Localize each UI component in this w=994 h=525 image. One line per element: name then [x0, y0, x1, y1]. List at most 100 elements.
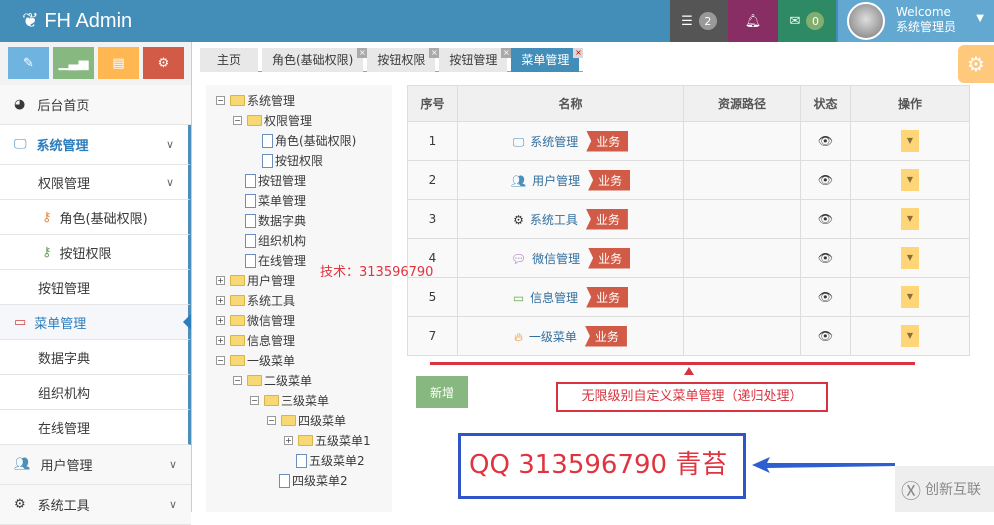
tab-btnmgr[interactable]: 按钮管理 ×	[439, 48, 512, 72]
tree-node[interactable]: − 四级菜单	[267, 412, 346, 429]
sidebar-item-role[interactable]: ⚷ 角色(基础权限)	[0, 200, 191, 235]
sidebar-item-system[interactable]: 🖵︎ 系统管理 ∨	[0, 125, 191, 165]
collapse-toggle[interactable]: −	[233, 376, 242, 385]
tree-node[interactable]: + 用户管理	[216, 272, 295, 289]
tree-node[interactable]: − 系统管理	[216, 92, 295, 109]
sidebar-item-online[interactable]: 在线管理	[0, 410, 191, 445]
sidebar-item-dict[interactable]: 数据字典	[0, 340, 191, 375]
row-name[interactable]: 微信管理	[532, 252, 580, 266]
tab-role[interactable]: 角色(基础权限) ×	[262, 48, 368, 72]
tree-node[interactable]: 组织机构	[245, 232, 306, 249]
collapse-toggle[interactable]: −	[216, 356, 225, 365]
actions-dropdown[interactable]: ▼	[901, 325, 919, 347]
tree-node[interactable]: 按钮权限	[262, 152, 323, 169]
expand-toggle[interactable]: +	[216, 296, 225, 305]
close-icon[interactable]: ×	[357, 48, 368, 58]
add-button[interactable]: 新增	[416, 376, 468, 408]
close-icon[interactable]: ×	[573, 48, 584, 58]
tree-label: 系统工具	[247, 294, 296, 308]
table-row: 5 ▭ 信息管理 业务 👁︎ ▼	[407, 277, 970, 317]
eye-icon[interactable]: 👁︎	[800, 316, 851, 356]
tree-node[interactable]: 在线管理	[245, 252, 306, 269]
collapse-toggle[interactable]: −	[250, 396, 259, 405]
sidebar-item-tools[interactable]: ⚙ 系统工具 ∨	[0, 485, 191, 525]
tree-node[interactable]: + 五级菜单1	[284, 432, 371, 449]
tree-node[interactable]: 菜单管理	[245, 192, 306, 209]
col-header: 操作	[850, 85, 970, 122]
brand[interactable]: ❦ FH Admin	[22, 8, 132, 33]
row-path	[683, 199, 801, 239]
tree-label: 四级菜单	[298, 414, 347, 428]
welcome-text: Welcome	[896, 5, 951, 19]
tree-node[interactable]: 四级菜单2	[279, 472, 348, 489]
tree-label: 四级菜单2	[292, 474, 348, 488]
collapse-toggle[interactable]: −	[216, 96, 225, 105]
collapse-toggle[interactable]: −	[267, 416, 276, 425]
chevron-down-icon: ∨	[165, 138, 174, 151]
close-icon[interactable]: ×	[501, 48, 512, 58]
tree-node[interactable]: 五级菜单2	[296, 452, 365, 469]
tree-node[interactable]: 角色(基础权限)	[262, 132, 356, 149]
user-menu[interactable]: Welcome 系统管理员 ▼	[838, 0, 994, 42]
folder-icon	[298, 435, 313, 446]
tasks-button[interactable]: ☰ 2	[670, 0, 728, 42]
eye-icon[interactable]: 👁︎	[800, 277, 851, 317]
tab-btnperm[interactable]: 按钮权限 ×	[367, 48, 440, 72]
shortcut-cogs[interactable]: ⚙	[143, 47, 184, 79]
envelope-icon: ✉	[789, 13, 801, 29]
row-name[interactable]: 信息管理	[530, 291, 578, 305]
tab-label: 按钮管理	[449, 53, 498, 67]
shortcut-pencil[interactable]: ✎	[8, 47, 49, 79]
annotation-note: 无限级别自定义菜单管理（递归处理）	[556, 382, 828, 412]
sidebar-item-menumgr[interactable]: ▭ 菜单管理	[0, 305, 191, 340]
row-name[interactable]: 一级菜单	[529, 330, 577, 344]
actions-dropdown[interactable]: ▼	[901, 130, 919, 152]
expand-toggle[interactable]: +	[284, 436, 293, 445]
tree-node[interactable]: + 微信管理	[216, 312, 295, 329]
eye-icon[interactable]: 👁︎	[800, 160, 851, 200]
tree-node[interactable]: − 二级菜单	[233, 372, 312, 389]
sidebar-item-home[interactable]: ◕ 后台首页	[0, 85, 191, 125]
row-name[interactable]: 系统工具	[530, 213, 578, 227]
tab-menumgr[interactable]: 菜单管理 ×	[511, 48, 584, 72]
eye-icon[interactable]: 👁︎	[800, 199, 851, 239]
expand-toggle[interactable]: +	[216, 336, 225, 345]
tree-node[interactable]: 数据字典	[245, 212, 306, 229]
messages-button[interactable]: ✉ 0	[778, 0, 836, 42]
expand-toggle[interactable]: +	[216, 276, 225, 285]
sidebar-item-org[interactable]: 组织机构	[0, 375, 191, 410]
expand-toggle[interactable]: +	[216, 316, 225, 325]
tree-node[interactable]: + 信息管理	[216, 332, 295, 349]
shortcut-book[interactable]: ▤	[98, 47, 139, 79]
file-icon	[296, 453, 307, 468]
sidebar-item-users[interactable]: 👥︎ 用户管理 ∨	[0, 445, 191, 485]
actions-dropdown[interactable]: ▼	[901, 286, 919, 308]
tree-node[interactable]: 按钮管理	[245, 172, 306, 189]
row-no: 7	[407, 316, 458, 356]
tree-label: 按钮权限	[275, 154, 324, 168]
eye-icon[interactable]: 👁︎	[800, 238, 851, 278]
row-name[interactable]: 系统管理	[530, 135, 578, 149]
actions-dropdown[interactable]: ▼	[901, 208, 919, 230]
actions-dropdown[interactable]: ▼	[901, 169, 919, 191]
sidebar-item-btnmgr[interactable]: 按钮管理	[0, 270, 191, 305]
tree-node[interactable]: − 三级菜单	[250, 392, 329, 409]
user-name: 系统管理员	[896, 20, 957, 34]
settings-gear-button[interactable]: ⚙	[958, 45, 994, 83]
row-name[interactable]: 用户管理	[532, 174, 580, 188]
folder-open-icon: ▭	[14, 314, 27, 330]
close-icon[interactable]: ×	[429, 48, 440, 58]
shortcut-signal[interactable]: ▁▃▅	[53, 47, 94, 79]
collapse-toggle[interactable]: −	[233, 116, 242, 125]
sidebar-item-perm[interactable]: 权限管理 ∨	[0, 165, 191, 200]
actions-dropdown[interactable]: ▼	[901, 247, 919, 269]
tree-node[interactable]: + 系统工具	[216, 292, 295, 309]
table-row: 3 ⚙ 系统工具 业务 👁︎ ▼	[407, 199, 970, 239]
tab-home[interactable]: 主页	[200, 48, 258, 72]
notifications-button[interactable]: 🔔︎	[728, 0, 778, 42]
sidebar-item-btnperm[interactable]: ⚷ 按钮权限	[0, 235, 191, 270]
tree-node[interactable]: − 一级菜单	[216, 352, 295, 369]
tree-node[interactable]: − 权限管理	[233, 112, 312, 129]
eye-icon[interactable]: 👁︎	[800, 121, 851, 161]
folder-icon	[230, 95, 245, 106]
